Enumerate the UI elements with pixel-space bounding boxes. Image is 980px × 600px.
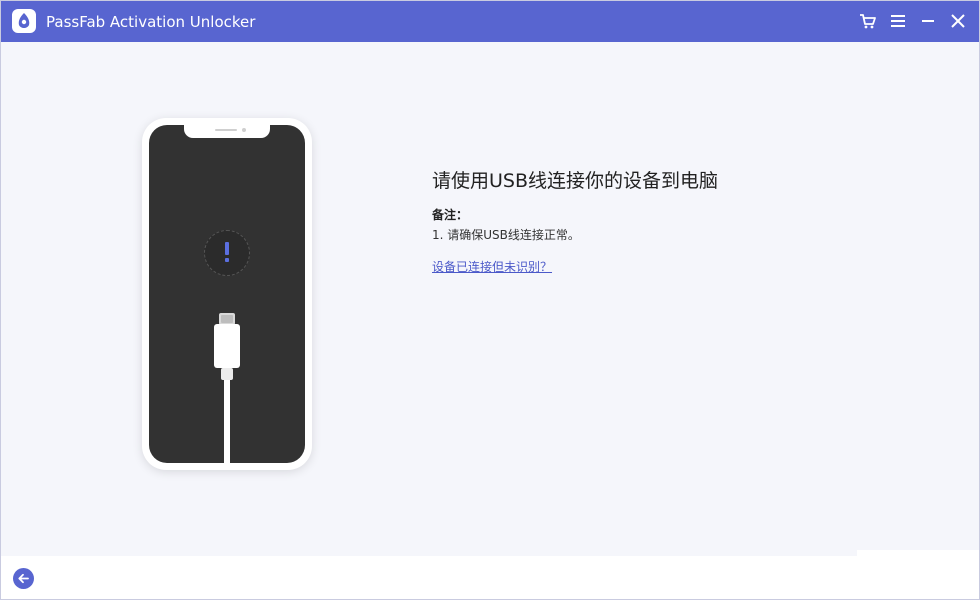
usb-cable-icon [214,313,240,463]
note-item: 1. 请确保USB线连接正常。 [432,228,580,242]
app-window: PassFab Activation Unlocker 请使用USB线连接你的设… [0,0,980,600]
phone-illustration [142,118,312,470]
arrow-left-icon [18,573,29,584]
connect-device-title: 请使用USB线连接你的设备到电脑 [432,170,719,192]
title-bar: PassFab Activation Unlocker [1,1,979,42]
device-not-recognized-link[interactable]: 设备已连接但未识别？ [432,258,552,275]
close-button[interactable] [948,11,968,31]
menu-icon [891,15,905,27]
minimize-button[interactable] [918,11,938,31]
footer-divider [857,550,979,556]
phone-screen [149,125,305,463]
note-title: 备注： [432,208,469,222]
main-content: 请使用USB线连接你的设备到电脑 备注： 1. 请确保USB线连接正常。 设备已… [1,42,979,556]
footer-bar [1,550,979,599]
minimize-icon [922,20,934,22]
app-title: PassFab Activation Unlocker [46,13,256,31]
close-icon [951,14,965,28]
app-logo-icon [12,9,36,33]
back-button[interactable] [13,568,34,589]
cart-button[interactable] [858,11,878,31]
menu-button[interactable] [888,11,908,31]
cart-icon [860,14,876,29]
